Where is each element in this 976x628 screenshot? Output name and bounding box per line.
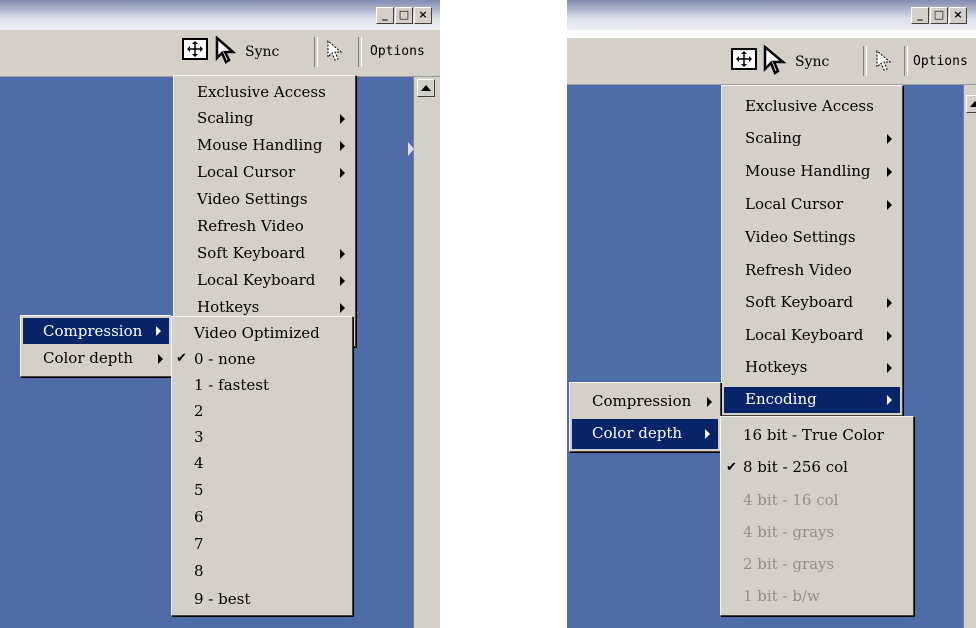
submenu-arrow-icon — [887, 363, 892, 373]
menu-item-color-depth[interactable]: Color depth — [572, 419, 718, 449]
menu-item-scaling[interactable]: Scaling — [174, 106, 355, 132]
menu-item-encoding[interactable]: Encoding — [724, 387, 900, 413]
color-depth-option: 1 bit - b/w — [743, 587, 820, 605]
arrow-cursor-icon[interactable] — [215, 36, 237, 64]
menu-item-refresh-video[interactable]: Refresh Video — [722, 256, 902, 286]
submenu-arrow-icon — [887, 134, 892, 144]
color-depth-option: 2 bit - grays — [743, 555, 835, 573]
submenu-arrow-icon — [887, 167, 892, 177]
menu-item-compression[interactable]: Compression — [570, 387, 720, 417]
menu-item-hotkeys[interactable]: Hotkeys — [722, 353, 902, 383]
color-depth-option[interactable]: ✔ 8 bit - 256 col — [721, 453, 913, 483]
color-depth-submenu: 16 bit - True Color ✔ 8 bit - 256 col 4 b… — [720, 416, 914, 616]
submenu-arrow-icon — [340, 168, 345, 178]
fit-screen-icon[interactable] — [182, 38, 208, 60]
vertical-scrollbar[interactable] — [413, 77, 440, 628]
submenu-arrow-icon — [158, 354, 163, 364]
close-button[interactable]: × — [949, 7, 967, 24]
options-menu-label[interactable]: Options — [370, 44, 425, 59]
checkmark-icon: ✔ — [726, 460, 737, 475]
menu-item-refresh-video[interactable]: Refresh Video — [174, 214, 355, 240]
vertical-scrollbar[interactable] — [963, 85, 976, 628]
left-screenshot-panel: _ □ × Sync Options Exclusive Access Scal… — [0, 0, 440, 628]
toolbar-separator — [904, 46, 908, 76]
scroll-thumb-marker — [408, 142, 414, 156]
submenu-arrow-icon — [340, 276, 345, 286]
maximize-button[interactable]: □ — [930, 7, 948, 24]
compression-option[interactable]: 1 - fastest — [172, 373, 352, 399]
right-screenshot-panel: _ □ × Sync Options Exclusive Access Scal… — [567, 0, 976, 628]
submenu-arrow-icon — [340, 114, 345, 124]
menu-item-exclusive-access[interactable]: Exclusive Access — [722, 92, 902, 122]
arrow-cursor-icon[interactable] — [763, 45, 787, 75]
dotted-cursor-icon[interactable] — [875, 49, 895, 73]
menu-item-local-keyboard[interactable]: Local Keyboard — [174, 268, 355, 294]
color-depth-option[interactable]: 16 bit - True Color — [721, 421, 913, 451]
submenu-arrow-icon — [887, 200, 892, 210]
color-depth-option: 4 bit - 16 col — [743, 491, 839, 509]
menu-item-video-settings[interactable]: Video Settings — [722, 223, 902, 253]
compression-option[interactable]: 3 — [172, 425, 352, 451]
submenu-arrow-icon — [340, 303, 345, 313]
submenu-arrow-icon — [156, 326, 161, 336]
compression-option[interactable]: 6 — [172, 505, 352, 531]
toolbar-separator — [863, 46, 867, 76]
menu-item-soft-keyboard[interactable]: Soft Keyboard — [722, 288, 902, 318]
fit-screen-icon[interactable] — [731, 48, 757, 70]
dotted-cursor-icon[interactable] — [326, 39, 346, 63]
submenu-arrow-icon — [705, 429, 710, 439]
menu-item-video-settings[interactable]: Video Settings — [174, 187, 355, 213]
submenu-arrow-icon — [887, 298, 892, 308]
scroll-up-icon[interactable] — [417, 79, 435, 97]
window-titlebar — [0, 0, 440, 30]
toolbar-separator — [358, 37, 362, 67]
options-dropdown-menu: Exclusive Access Scaling Mouse Handling … — [173, 75, 356, 347]
menu-item-scaling[interactable]: Scaling — [722, 124, 902, 154]
toolbar-separator — [314, 37, 318, 67]
menu-item-color-depth[interactable]: Color depth — [21, 346, 171, 372]
encoding-submenu: Compression Color depth — [569, 382, 721, 452]
submenu-arrow-icon — [340, 249, 345, 259]
submenu-arrow-icon — [707, 397, 712, 407]
maximize-button[interactable]: □ — [395, 7, 413, 24]
menu-item-local-cursor[interactable]: Local Cursor — [722, 190, 902, 220]
compression-option[interactable]: 4 — [172, 451, 352, 477]
menu-item-local-keyboard[interactable]: Local Keyboard — [722, 321, 902, 351]
checkmark-icon: ✔ — [176, 351, 187, 366]
options-menu-label[interactable]: Options — [913, 54, 968, 69]
compression-option[interactable]: 8 — [172, 559, 352, 585]
submenu-arrow-icon — [887, 395, 892, 405]
sync-label[interactable]: Sync — [795, 54, 829, 70]
toolbar: Sync Options — [0, 30, 440, 77]
compression-option[interactable]: 2 — [172, 399, 352, 425]
menu-item-mouse-handling[interactable]: Mouse Handling — [722, 157, 902, 187]
options-dropdown-menu: Exclusive Access Scaling Mouse Handling … — [721, 85, 903, 416]
compression-option[interactable]: 7 — [172, 532, 352, 558]
compression-submenu: Video Optimized ✔ 0 - none 1 - fastest 2 … — [171, 316, 353, 616]
menu-item-soft-keyboard[interactable]: Soft Keyboard — [174, 241, 355, 267]
menu-item-mouse-handling[interactable]: Mouse Handling — [174, 133, 355, 159]
compression-option[interactable]: ✔ 0 - none — [172, 347, 352, 373]
toolbar: Sync Options — [567, 38, 976, 85]
menu-item-exclusive-access[interactable]: Exclusive Access — [174, 80, 355, 106]
submenu-arrow-icon — [887, 331, 892, 341]
compression-option[interactable]: 5 — [172, 478, 352, 504]
close-button[interactable]: × — [414, 7, 432, 24]
menu-item-compression[interactable]: Compression — [23, 318, 169, 344]
sync-label[interactable]: Sync — [245, 44, 279, 60]
compression-option[interactable]: 9 - best — [172, 587, 352, 613]
compression-option[interactable]: Video Optimized — [172, 321, 352, 347]
minimize-button[interactable]: _ — [911, 7, 929, 24]
scroll-up-icon[interactable] — [966, 95, 976, 113]
submenu-arrow-icon — [340, 141, 345, 151]
menu-item-local-cursor[interactable]: Local Cursor — [174, 160, 355, 186]
minimize-button[interactable]: _ — [376, 7, 394, 24]
color-depth-option: 4 bit - grays — [743, 523, 835, 541]
encoding-submenu: Compression Color depth — [20, 315, 172, 377]
